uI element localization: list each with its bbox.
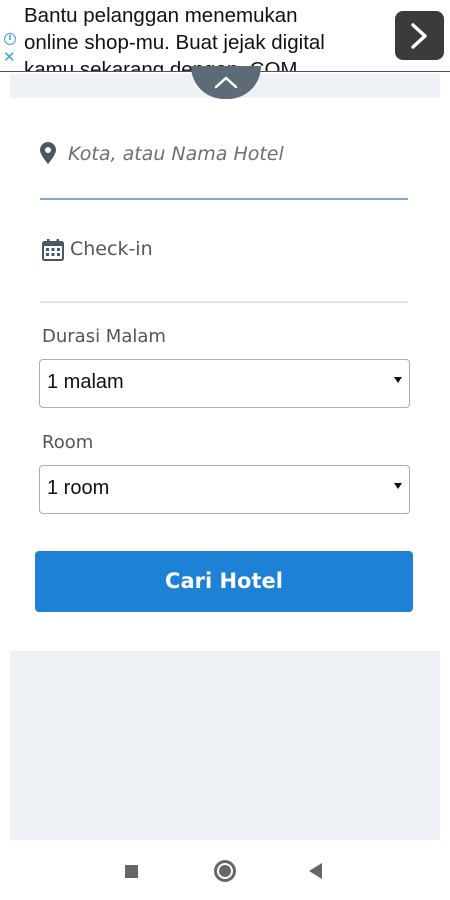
room-select[interactable]: 1 room [39,465,410,514]
duration-select[interactable]: 1 malam [39,359,410,408]
ad-line: online shop-mu. Buat jejak digital [24,31,325,54]
room-label: Room [42,432,94,453]
ad-banner[interactable]: i ✕ Bantu pelanggan menemukan online sho… [0,0,450,72]
home-icon[interactable] [214,860,236,882]
location-field[interactable] [40,140,408,168]
checkin-label: Check-in [70,238,153,260]
ad-line: Bantu pelanggan menemukan [24,4,298,27]
location-input[interactable] [68,140,398,168]
location-underline [40,198,408,200]
recent-apps-icon[interactable] [125,865,138,878]
chevron-right-icon [411,23,427,49]
map-pin-icon [40,142,56,164]
caret-down-icon [394,377,402,383]
duration-label: Durasi Malam [42,326,166,347]
checkin-field[interactable]: Check-in [40,237,408,265]
calendar-icon [42,239,64,261]
chevron-up-icon [214,76,238,89]
caret-down-icon [394,483,402,489]
close-icon[interactable]: ✕ [3,50,16,65]
checkin-underline [40,301,408,303]
search-hotel-button[interactable]: Cari Hotel [35,551,413,612]
ad-text[interactable]: Bantu pelanggan menemukan online shop-mu… [24,2,369,72]
duration-value: 1 malam [47,371,124,393]
room-value: 1 room [47,477,110,499]
content-panel [10,651,440,840]
system-nav-bar [0,840,450,900]
back-icon[interactable] [309,863,322,879]
info-icon[interactable]: i [4,33,16,45]
ad-open-button[interactable] [395,11,444,60]
